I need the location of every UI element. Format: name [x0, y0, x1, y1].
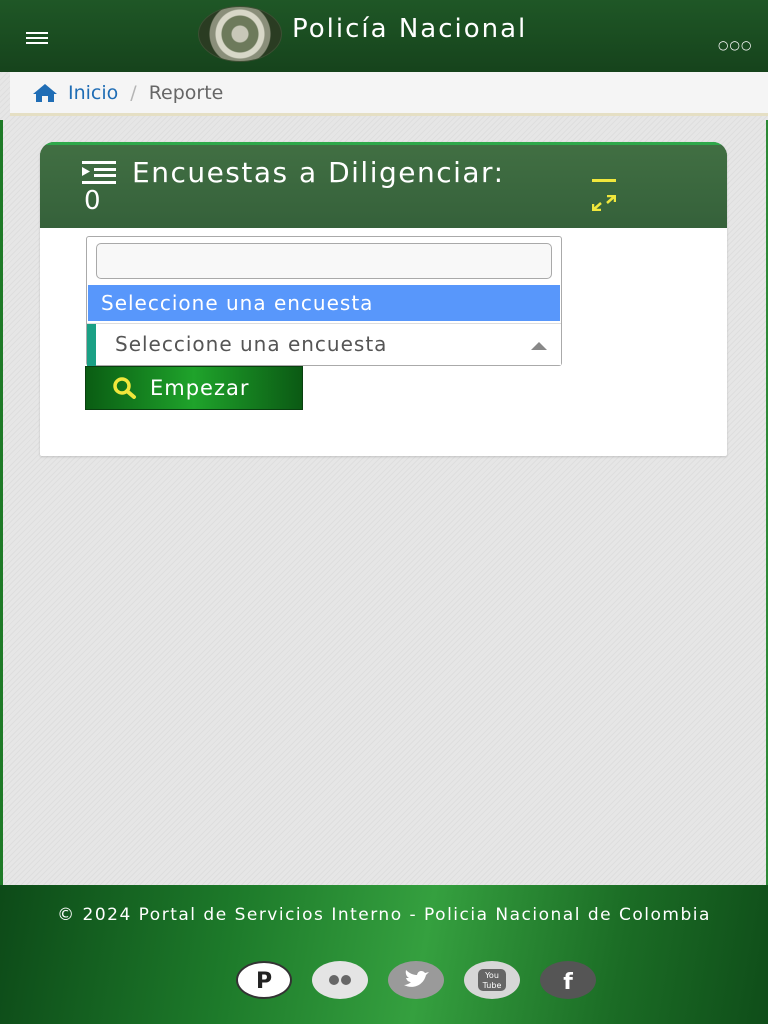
survey-count: 0 — [84, 186, 101, 216]
dropdown-option-highlighted[interactable]: Seleccione una encuesta — [88, 285, 560, 321]
footer: © 2024 Portal de Servicios Interno - Pol… — [0, 885, 768, 1024]
list-indent-icon — [82, 161, 116, 184]
pinterest-icon[interactable]: P — [236, 961, 292, 999]
flickr-icon[interactable] — [312, 961, 368, 999]
chevron-up-icon — [531, 342, 547, 350]
copyright-text: © 2024 Portal de Servicios Interno - Pol… — [57, 905, 711, 925]
breadcrumb: Inicio / Reporte — [10, 72, 768, 116]
svg-text:P: P — [256, 969, 272, 994]
menu-icon[interactable] — [26, 32, 48, 48]
expand-icon[interactable] — [592, 195, 616, 211]
police-emblem-logo — [198, 6, 282, 62]
brand-title: Policía Nacional — [292, 14, 528, 44]
twitter-icon[interactable] — [388, 961, 444, 999]
svg-text:You: You — [484, 971, 499, 980]
left-edge — [0, 120, 3, 885]
survey-select[interactable]: Seleccione una encuesta — [87, 323, 561, 366]
select-value: Seleccione una encuesta — [115, 332, 388, 356]
more-options-icon[interactable]: ○○○ — [718, 38, 752, 52]
breadcrumb-separator: / — [130, 81, 137, 104]
minimize-icon[interactable] — [592, 179, 616, 182]
top-navbar: Policía Nacional ○○○ — [0, 0, 768, 72]
svg-text:Tube: Tube — [482, 981, 502, 990]
panel-title: Encuestas a Diligenciar: — [132, 156, 505, 189]
survey-dropdown: Seleccione una encuesta Seleccione una e… — [86, 236, 562, 366]
breadcrumb-home-link[interactable]: Inicio — [68, 82, 118, 104]
youtube-icon[interactable]: You Tube — [464, 961, 520, 999]
facebook-icon[interactable]: f — [540, 961, 596, 999]
panel-header: Encuestas a Diligenciar: 0 — [40, 142, 727, 228]
select-accent-bar — [87, 324, 96, 366]
search-icon — [113, 377, 136, 399]
svg-text:f: f — [563, 970, 573, 995]
start-button-label: Empezar — [150, 376, 250, 400]
breadcrumb-current: Reporte — [148, 81, 224, 104]
start-button[interactable]: Empezar — [85, 366, 303, 410]
home-icon — [33, 83, 57, 102]
dropdown-search-input[interactable] — [96, 243, 552, 279]
